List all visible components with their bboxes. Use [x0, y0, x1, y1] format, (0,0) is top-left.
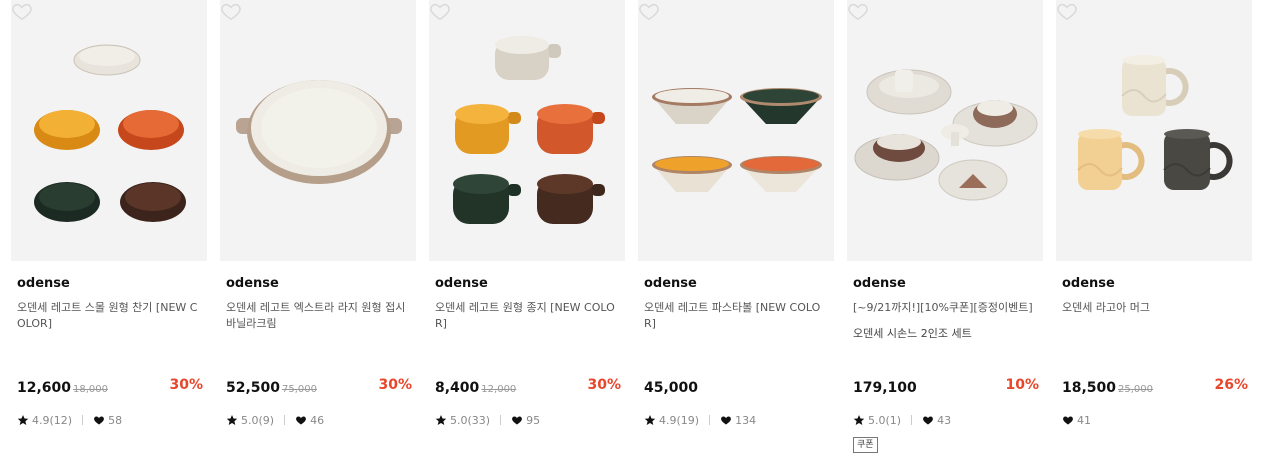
- product-photo-pasta-bowls: [652, 88, 822, 192]
- heart-filled-icon: [721, 416, 731, 425]
- heart-filled-icon: [296, 416, 306, 425]
- brand-name[interactable]: odense: [1062, 276, 1115, 291]
- product-photo-handled-bowls: [453, 36, 605, 224]
- product-card[interactable]: odense [~9/21까지!][10%쿠폰][증정이벤트] I ... 오덴…: [847, 0, 1043, 470]
- product-title[interactable]: 오덴세 레고트 원형 종지 [NEW COLOR]: [435, 300, 619, 332]
- product-photo-small-bowls: [34, 44, 186, 222]
- product-card[interactable]: odense 오덴세 라고아 머그 18,500 25,000 26% 41: [1056, 0, 1252, 470]
- brand-name[interactable]: odense: [435, 276, 488, 291]
- product-photo-mugs: [1077, 55, 1233, 190]
- discount-rate: 30%: [378, 377, 412, 393]
- star-icon: [435, 415, 447, 425]
- heart-outline-icon[interactable]: [220, 0, 242, 22]
- brand-name[interactable]: odense: [226, 276, 279, 291]
- rating-text: 4.9(19): [659, 413, 700, 427]
- review-meta: 4.9(12) 58: [17, 412, 122, 428]
- discount-rate: 10%: [1005, 377, 1039, 393]
- product-card[interactable]: odense 오덴세 레고트 원형 종지 [NEW COLOR] 8,400 12…: [429, 0, 625, 470]
- heart-outline-icon[interactable]: [11, 0, 33, 22]
- sale-price: 179,100: [853, 380, 917, 396]
- price-row: 52,500 75,000 30%: [226, 377, 412, 397]
- divider: [284, 415, 286, 425]
- product-title[interactable]: 오덴세 레고트 엑스트라 라지 원형 접시 바닐라크림: [226, 300, 410, 332]
- sale-price: 52,500: [226, 380, 281, 396]
- price-row: 179,100 10%: [853, 377, 1039, 397]
- brand-name[interactable]: odense: [17, 276, 70, 291]
- brand-name[interactable]: odense: [644, 276, 697, 291]
- rating-text: 4.9(12): [32, 413, 73, 427]
- product-image[interactable]: [220, 0, 416, 261]
- rating-text: 5.0(9): [241, 413, 275, 427]
- price-row: 45,000: [644, 377, 830, 397]
- original-price: 25,000: [1118, 384, 1154, 395]
- like-count: 43: [937, 413, 952, 427]
- product-image[interactable]: [1056, 0, 1252, 261]
- product-card[interactable]: odense 오덴세 레고트 스몰 원형 찬기 [NEW COLOR] 12,6…: [11, 0, 207, 470]
- product-card[interactable]: odense 오덴세 레고트 엑스트라 라지 원형 접시 바닐라크림 52,50…: [220, 0, 416, 470]
- original-price: 75,000: [282, 384, 318, 395]
- sale-price: 8,400: [435, 380, 480, 396]
- product-image[interactable]: [429, 0, 625, 261]
- discount-rate: 26%: [1214, 377, 1248, 393]
- sale-price: 45,000: [644, 380, 699, 396]
- original-price: 12,000: [481, 384, 517, 395]
- rating-text: 5.0(33): [450, 413, 491, 427]
- product-grid: odense 오덴세 레고트 스몰 원형 찬기 [NEW COLOR] 12,6…: [0, 0, 1266, 475]
- star-icon: [17, 415, 29, 425]
- product-image[interactable]: [638, 0, 834, 261]
- star-icon: [226, 415, 238, 425]
- product-card[interactable]: odense 오덴세 레고트 파스타볼 [NEW COLOR] 45,000 4…: [638, 0, 834, 470]
- discount-rate: 30%: [587, 377, 621, 393]
- like-count: 95: [526, 413, 541, 427]
- sale-price: 18,500: [1062, 380, 1117, 396]
- star-icon: [644, 415, 656, 425]
- review-meta: 4.9(19) 134: [644, 412, 756, 428]
- heart-filled-icon: [1063, 416, 1073, 425]
- divider: [709, 415, 711, 425]
- product-title[interactable]: 오덴세 레고트 스몰 원형 찬기 [NEW COLOR]: [17, 300, 201, 332]
- heart-filled-icon: [94, 416, 104, 425]
- divider: [911, 415, 913, 425]
- product-photo-dinnerware-set: [854, 69, 1038, 201]
- heart-outline-icon[interactable]: [429, 0, 451, 22]
- price-row: 18,500 25,000 26%: [1062, 377, 1248, 397]
- product-title[interactable]: 오덴세 레고트 파스타볼 [NEW COLOR]: [644, 300, 828, 332]
- product-title[interactable]: [~9/21까지!][10%쿠폰][증정이벤트] I ...: [853, 300, 1037, 316]
- heart-outline-icon[interactable]: [1056, 0, 1078, 22]
- original-price: 18,000: [73, 384, 109, 395]
- heart-filled-icon: [923, 416, 933, 425]
- review-meta: 5.0(33) 95: [435, 412, 540, 428]
- product-image[interactable]: [847, 0, 1043, 261]
- price-row: 8,400 12,000 30%: [435, 377, 621, 397]
- review-meta: 41: [1062, 412, 1091, 428]
- star-icon: [853, 415, 865, 425]
- heart-filled-icon: [512, 416, 522, 425]
- divider: [82, 415, 84, 425]
- divider: [500, 415, 502, 425]
- product-subtitle[interactable]: 오덴세 시손느 2인조 세트: [853, 325, 1037, 341]
- price-row: 12,600 18,000 30%: [17, 377, 203, 397]
- heart-outline-icon[interactable]: [847, 0, 869, 22]
- like-count: 41: [1077, 413, 1091, 427]
- like-count: 134: [735, 413, 757, 427]
- heart-outline-icon[interactable]: [638, 0, 660, 22]
- coupon-badge: 쿠폰: [853, 437, 878, 453]
- like-count: 58: [108, 413, 123, 427]
- product-image[interactable]: [11, 0, 207, 261]
- review-meta: 5.0(1) 43: [853, 412, 951, 428]
- sale-price: 12,600: [17, 380, 72, 396]
- brand-name[interactable]: odense: [853, 276, 906, 291]
- rating-text: 5.0(1): [868, 413, 902, 427]
- product-photo-large-plate: [236, 80, 402, 184]
- discount-rate: 30%: [169, 377, 203, 393]
- like-count: 46: [310, 413, 325, 427]
- product-title[interactable]: 오덴세 라고아 머그: [1062, 300, 1246, 316]
- review-meta: 5.0(9) 46: [226, 412, 324, 428]
